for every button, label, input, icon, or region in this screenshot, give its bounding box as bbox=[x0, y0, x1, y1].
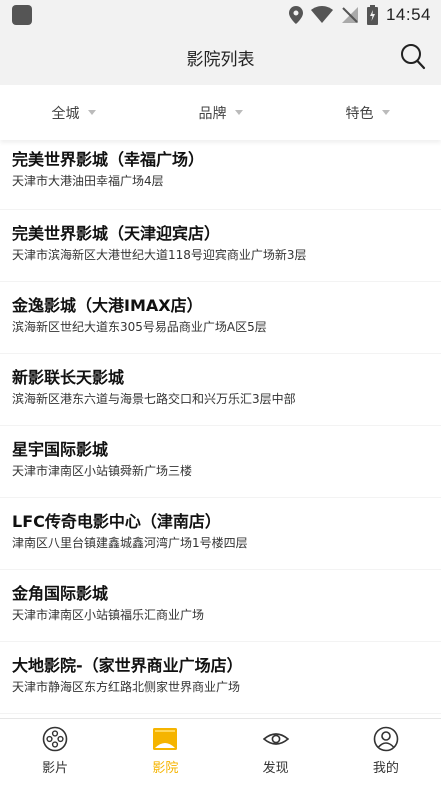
cinema-list-item[interactable]: 金角国际影城 天津市津南区小站镇福乐汇商业广场 bbox=[0, 570, 441, 642]
cinema-address: 天津市津南区小站镇舜新广场三楼 bbox=[12, 464, 193, 478]
cinema-address: 天津市滨海新区大港世纪大道118号迎宾商业广场新3层 bbox=[12, 248, 307, 262]
filter-brand[interactable]: 品牌 bbox=[147, 85, 294, 140]
caret-down-icon bbox=[381, 110, 390, 115]
tab-films[interactable]: 影片 bbox=[0, 719, 110, 785]
cinema-name: 大地影院-（家世界商业广场店） bbox=[12, 656, 243, 675]
cinema-list-item[interactable]: LFC传奇电影中心（津南店） 津南区八里台镇建鑫城鑫河湾广场1号楼四层 bbox=[0, 498, 441, 570]
status-time: 14:54 bbox=[385, 5, 431, 24]
tab-cinemas[interactable]: 影院 bbox=[110, 719, 220, 785]
page-title: 影院列表 bbox=[186, 50, 255, 70]
cinema-list-item[interactable]: 星宇国际影城 天津市津南区小站镇舜新广场三楼 bbox=[0, 426, 441, 498]
search-button[interactable] bbox=[399, 42, 427, 72]
cinema-list[interactable]: 完美世界影城（幸福广场） 天津市大港油田幸福广场4层 完美世界影城（天津迎宾店）… bbox=[0, 140, 441, 718]
filter-city-label: 全城 bbox=[51, 105, 80, 122]
tab-mine[interactable]: 我的 bbox=[331, 719, 441, 785]
cinema-name: 金逸影城（大港IMAX店） bbox=[12, 296, 203, 315]
cinema-address: 津南区八里台镇建鑫城鑫河湾广场1号楼四层 bbox=[12, 536, 248, 550]
bottom-tab-bar: 影片 影院 发现 我的 bbox=[0, 718, 441, 785]
tab-discover[interactable]: 发现 bbox=[221, 719, 331, 785]
filter-brand-label: 品牌 bbox=[198, 105, 227, 122]
status-icons: 14:54 bbox=[288, 4, 431, 26]
cinema-name: 完美世界影城（天津迎宾店） bbox=[12, 224, 221, 243]
cinema-list-item[interactable]: 大地影院-（家世界商业广场店） 天津市静海区东方红路北侧家世界商业广场 bbox=[0, 642, 441, 714]
no-signal-icon bbox=[341, 7, 358, 23]
cinema-name: LFC传奇电影中心（津南店） bbox=[12, 512, 221, 531]
caret-down-icon bbox=[87, 110, 96, 115]
cinema-address: 滨海新区世纪大道东305号易品商业广场A区5层 bbox=[12, 320, 267, 334]
tab-mine-label: 我的 bbox=[372, 761, 399, 776]
film-reel-icon bbox=[42, 726, 68, 752]
cinema-list-item[interactable]: 完美世界影城（幸福广场） 天津市大港油田幸福广场4层 bbox=[0, 140, 441, 210]
cinema-list-item[interactable]: 新影联长天影城 滨海新区港东六道与海景七路交口和兴万乐汇3层中部 bbox=[0, 354, 441, 426]
cinema-address: 滨海新区港东六道与海景七路交口和兴万乐汇3层中部 bbox=[12, 392, 296, 406]
cinema-name: 完美世界影城（幸福广场） bbox=[12, 150, 205, 169]
filter-feature-label: 特色 bbox=[345, 105, 374, 122]
cinema-name: 金角国际影城 bbox=[12, 584, 109, 603]
caret-down-icon bbox=[234, 110, 243, 115]
tab-cinemas-label: 影院 bbox=[152, 761, 179, 776]
cinema-address: 天津市大港油田幸福广场4层 bbox=[12, 174, 164, 188]
location-icon bbox=[288, 6, 303, 24]
tab-discover-label: 发现 bbox=[262, 761, 289, 776]
cinema-address: 天津市静海区东方红路北侧家世界商业广场 bbox=[12, 680, 241, 694]
filter-bar: 全城 品牌 特色 bbox=[0, 85, 441, 140]
battery-charging-icon bbox=[366, 5, 378, 25]
user-profile-icon bbox=[373, 726, 399, 752]
app-notification-icon bbox=[12, 5, 32, 25]
search-icon bbox=[401, 44, 426, 70]
header: 影院列表 bbox=[0, 30, 441, 85]
cinema-list-item[interactable]: 完美世界影城（天津迎宾店） 天津市滨海新区大港世纪大道118号迎宾商业广场新3层 bbox=[0, 210, 441, 282]
cinema-name: 新影联长天影城 bbox=[12, 368, 125, 387]
status-bar: 14:54 bbox=[0, 0, 441, 30]
filter-city[interactable]: 全城 bbox=[0, 85, 147, 140]
cinema-screen-icon bbox=[153, 728, 178, 750]
cinema-name: 星宇国际影城 bbox=[12, 440, 109, 459]
eye-icon bbox=[262, 733, 289, 745]
cinema-list-item[interactable]: 金逸影城（大港IMAX店） 滨海新区世纪大道东305号易品商业广场A区5层 bbox=[0, 282, 441, 354]
filter-feature[interactable]: 特色 bbox=[294, 85, 441, 140]
wifi-icon bbox=[310, 6, 333, 23]
cinema-address: 天津市津南区小站镇福乐汇商业广场 bbox=[12, 608, 205, 622]
tab-films-label: 影片 bbox=[42, 761, 69, 776]
